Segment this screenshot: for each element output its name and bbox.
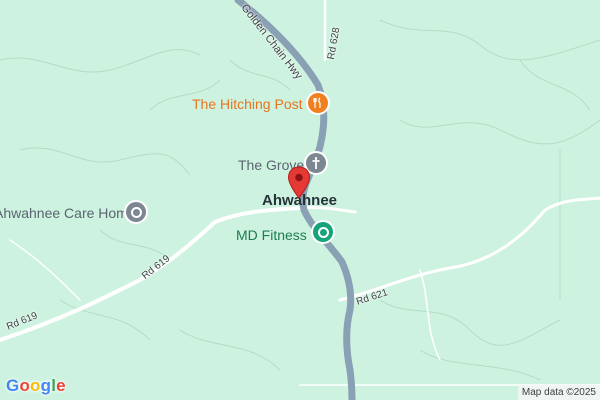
poi-label-fitness[interactable]: MD Fitness — [236, 227, 307, 243]
map-attribution[interactable]: Map data ©2025 — [517, 385, 600, 400]
map-canvas[interactable]: Golden Chain Hwy Rd 628 Rd 619 Rd 619 Rd… — [0, 0, 600, 400]
poi-label-hitching-post[interactable]: The Hitching Post — [192, 96, 303, 112]
restaurant-icon[interactable] — [308, 93, 328, 113]
fitness-icon[interactable] — [313, 222, 333, 242]
location-pin-icon[interactable] — [287, 166, 311, 200]
google-logo[interactable]: Google — [6, 376, 66, 396]
place-icon[interactable] — [126, 202, 146, 222]
poi-label-care-home[interactable]: Ahwahnee Care Home — [0, 205, 136, 221]
google-logo-text: Google — [6, 376, 66, 395]
